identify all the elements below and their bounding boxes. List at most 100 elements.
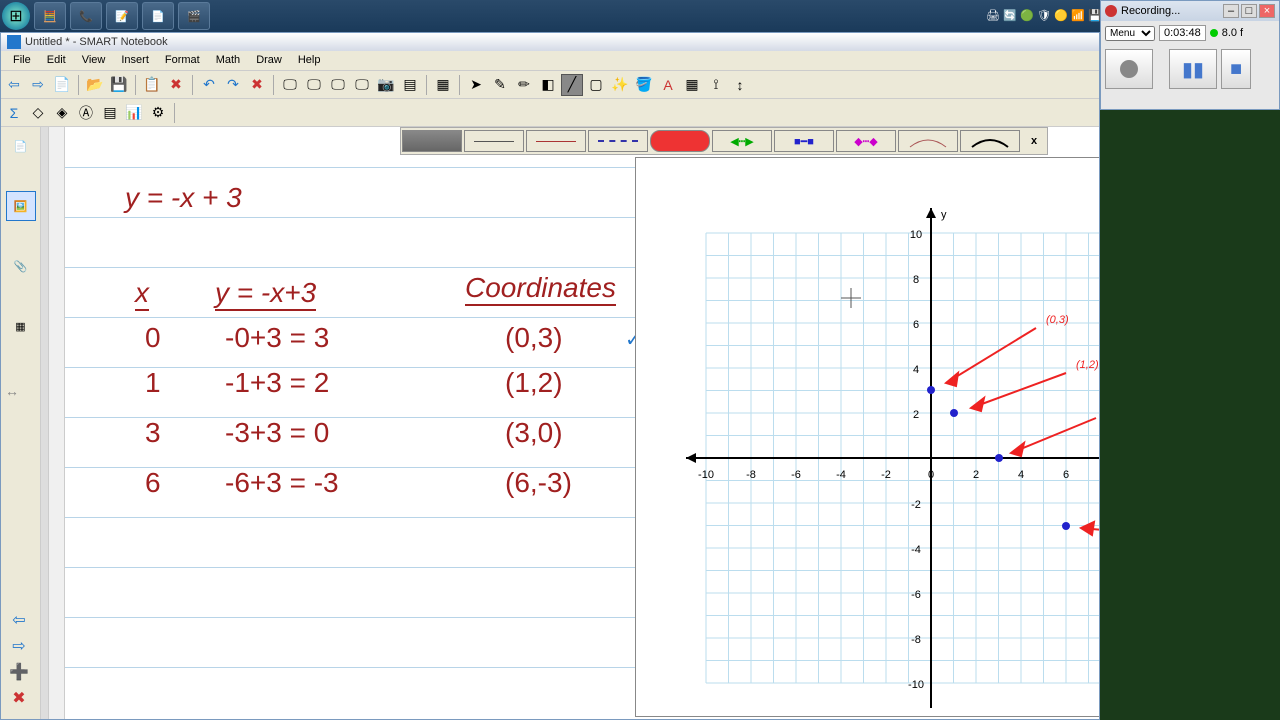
svg-text:-4: -4 — [836, 469, 846, 481]
line-solid-red[interactable] — [526, 130, 586, 152]
nav-next[interactable]: ⇨ — [5, 635, 33, 657]
record-button[interactable] — [1105, 49, 1153, 89]
minimize-button[interactable]: – — [1223, 4, 1239, 18]
properties-tool[interactable]: ▦ — [681, 74, 703, 96]
sidebar-gallery[interactable]: 🖼️ — [6, 191, 36, 221]
tray-icon[interactable]: 🔄 — [1003, 9, 1017, 23]
close-button[interactable]: × — [1259, 4, 1275, 18]
recording-rate: 8.0 f — [1222, 27, 1243, 39]
magic-pen-tool[interactable]: ✨ — [609, 74, 631, 96]
measure-tool[interactable]: ⟟ — [705, 74, 727, 96]
screen4-button[interactable]: 🖵 — [351, 74, 373, 96]
compass-tool[interactable]: Ⓐ — [75, 102, 97, 124]
gear-tool[interactable]: ⚙ — [147, 102, 169, 124]
recording-menu-dropdown[interactable]: Menu — [1105, 26, 1155, 41]
nav-add[interactable]: ➕ — [5, 661, 33, 683]
line-toolbar-close[interactable]: x — [1022, 130, 1046, 152]
move-toolbar[interactable]: ↕ — [729, 74, 751, 96]
shape-tool[interactable]: ▢ — [585, 74, 607, 96]
sidebar-pages[interactable]: 📄 — [6, 131, 36, 161]
shade-button[interactable]: ▤ — [399, 74, 421, 96]
cell-c: (3,0) — [505, 417, 563, 449]
line-solid-thick[interactable] — [402, 130, 462, 152]
svg-text:(0,3): (0,3) — [1046, 314, 1069, 326]
redo-button[interactable]: ↷ — [222, 74, 244, 96]
sigma-tool[interactable]: Σ — [3, 102, 25, 124]
line-dashed-blue[interactable] — [588, 130, 648, 152]
menu-insert[interactable]: Insert — [113, 51, 157, 70]
line-style-toolbar[interactable]: ◀┅▶ ■━■ ◆┅◆ x — [400, 127, 1048, 155]
window-titlebar[interactable]: Untitled * - SMART Notebook — [1, 33, 1099, 51]
fill-tool[interactable]: 🪣 — [633, 74, 655, 96]
stop-button[interactable]: ■ — [1221, 49, 1251, 89]
line-tool[interactable]: ╱ — [561, 74, 583, 96]
pause-button[interactable]: ▮▮ — [1169, 49, 1217, 89]
pen-tool[interactable]: ✎ — [489, 74, 511, 96]
delete-button[interactable]: ✖ — [165, 74, 187, 96]
line-arrow-red[interactable] — [650, 130, 710, 152]
add-page-button[interactable]: 📄 — [51, 74, 73, 96]
screen2-button[interactable]: 🖵 — [303, 74, 325, 96]
paste-button[interactable]: 📋 — [141, 74, 163, 96]
panel-splitter[interactable] — [41, 127, 49, 719]
svg-text:-2: -2 — [881, 469, 891, 481]
cell-c: (1,2) — [505, 367, 563, 399]
taskbar-app[interactable]: 📞 — [70, 2, 102, 30]
text-tool[interactable]: A — [657, 74, 679, 96]
start-button[interactable]: ⊞ — [2, 2, 30, 30]
app-icon — [7, 35, 21, 49]
screen3-button[interactable]: 🖵 — [327, 74, 349, 96]
nav-prev[interactable]: ⇦ — [5, 609, 33, 631]
select-tool[interactable]: ➤ — [465, 74, 487, 96]
menu-file[interactable]: File — [5, 51, 39, 70]
line-dashed-green[interactable]: ◀┅▶ — [712, 130, 772, 152]
recording-window[interactable]: Recording... – □ × Menu 0:03:48 8.0 f ▮▮… — [1100, 0, 1280, 110]
back-button[interactable]: ⇦ — [3, 74, 25, 96]
tray-icon[interactable]: 🟢 — [1020, 9, 1034, 23]
line-arc1[interactable] — [898, 130, 958, 152]
open-button[interactable]: 📂 — [84, 74, 106, 96]
taskbar-app[interactable]: 🎬 — [178, 2, 210, 30]
recording-titlebar[interactable]: Recording... – □ × — [1101, 1, 1279, 21]
line-square-blue[interactable]: ■━■ — [774, 130, 834, 152]
save-button[interactable]: 💾 — [108, 74, 130, 96]
forward-button[interactable]: ⇨ — [27, 74, 49, 96]
menu-format[interactable]: Format — [157, 51, 208, 70]
tray-icon[interactable]: 📶 — [1071, 9, 1085, 23]
canvas[interactable]: ◀┅▶ ■━■ ◆┅◆ x y = -x + 3 x y = -x+3 Coor… — [65, 127, 1099, 719]
equation-text: y = -x + 3 — [125, 182, 242, 214]
tray-icon[interactable]: 🟡 — [1054, 9, 1068, 23]
graph-panel[interactable]: x y -10-8-6-4-20246810 108642-2-4-6-8-10 — [635, 157, 1099, 717]
nav-delete[interactable]: ✖ — [5, 687, 33, 709]
3d-tool[interactable]: ◈ — [51, 102, 73, 124]
eraser-tool[interactable]: ◧ — [537, 74, 559, 96]
resize-handle-icon[interactable]: ↔ — [5, 383, 19, 399]
line-diamond-magenta[interactable]: ◆┅◆ — [836, 130, 896, 152]
menu-view[interactable]: View — [74, 51, 114, 70]
tray-icon[interactable]: 🖨 — [986, 9, 1000, 23]
undo-button[interactable]: ↶ — [198, 74, 220, 96]
capture-button[interactable]: 📷 — [375, 74, 397, 96]
menu-edit[interactable]: Edit — [39, 51, 74, 70]
creative-pen-tool[interactable]: ✏ — [513, 74, 535, 96]
delete2-button[interactable]: ✖ — [246, 74, 268, 96]
menu-help[interactable]: Help — [290, 51, 329, 70]
line-arc2[interactable] — [960, 130, 1020, 152]
sidebar-attachments[interactable]: 📎 — [6, 251, 36, 281]
graph-tool[interactable]: 📊 — [123, 102, 145, 124]
maximize-button[interactable]: □ — [1241, 4, 1257, 18]
menu-math[interactable]: Math — [208, 51, 248, 70]
table2-tool[interactable]: ▤ — [99, 102, 121, 124]
line-solid-thin[interactable] — [464, 130, 524, 152]
taskbar-app[interactable]: 📝 — [106, 2, 138, 30]
tray-icon[interactable]: 🛡 — [1037, 9, 1051, 23]
svg-text:-4: -4 — [911, 544, 921, 556]
table-button[interactable]: ▦ — [432, 74, 454, 96]
shape-tool2[interactable]: ◇ — [27, 102, 49, 124]
svg-text:8: 8 — [913, 274, 919, 286]
taskbar-app[interactable]: 🧮 — [34, 2, 66, 30]
sidebar-properties[interactable]: ▦ — [6, 311, 36, 341]
menu-draw[interactable]: Draw — [248, 51, 290, 70]
screen-button[interactable]: 🖵 — [279, 74, 301, 96]
taskbar-app[interactable]: 📄 — [142, 2, 174, 30]
